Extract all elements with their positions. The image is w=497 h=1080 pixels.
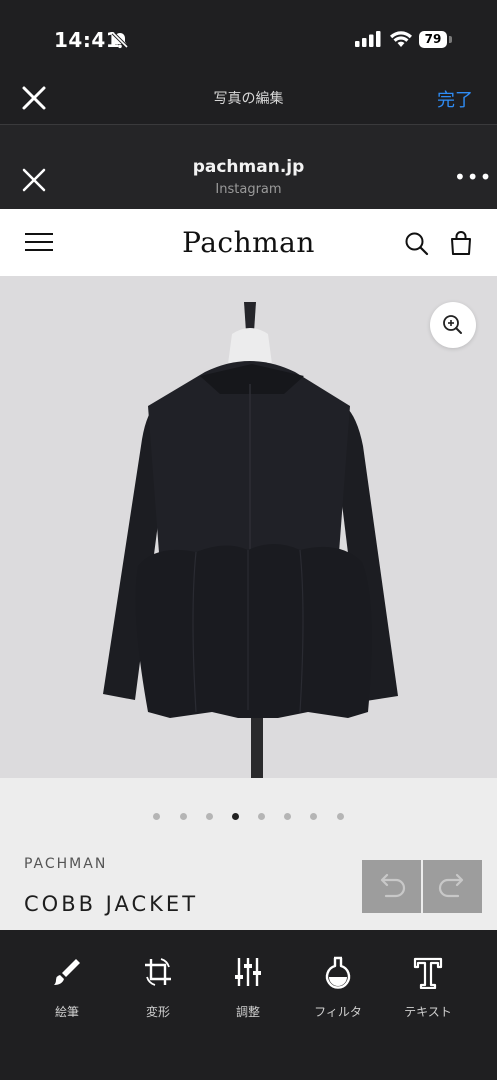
filter-flask-icon [325, 956, 351, 989]
carousel-dot[interactable] [336, 813, 344, 820]
tool-text[interactable]: テキスト [383, 955, 473, 1020]
cellular-signal-icon [355, 31, 381, 47]
search-icon[interactable] [404, 231, 430, 257]
undo-icon [380, 873, 406, 898]
web-domain: pachman.jp [192, 157, 305, 177]
undo-button[interactable] [362, 860, 421, 913]
battery-indicator: 79 [419, 31, 447, 48]
carousel-dots[interactable] [0, 805, 497, 820]
carousel-dot[interactable] [179, 813, 187, 820]
zoom-in-icon [443, 315, 462, 334]
product-name: COBB JACKET [24, 892, 199, 916]
carousel-dot[interactable] [205, 813, 213, 820]
web-source: Instagram [215, 182, 282, 197]
crop-rotate-icon [145, 958, 171, 986]
tool-label: 変形 [145, 1005, 170, 1019]
redo-icon [438, 873, 464, 898]
tool-adjust[interactable]: 調整 [203, 955, 293, 1020]
tool-transform[interactable]: 変形 [113, 955, 203, 1020]
sliders-icon [235, 958, 261, 986]
zoom-button[interactable] [430, 302, 476, 348]
carousel-dot[interactable] [231, 813, 239, 820]
silent-bell-icon [111, 31, 129, 49]
tool-brush[interactable]: 絵筆 [22, 955, 112, 1020]
more-options-button[interactable]: ••• [454, 167, 492, 187]
tool-label: テキスト [404, 1005, 452, 1019]
brush-icon [54, 959, 80, 985]
tool-filter[interactable]: フィルタ [293, 955, 383, 1020]
wifi-icon [390, 31, 412, 47]
product-image[interactable] [0, 276, 497, 778]
tool-label: フィルタ [314, 1005, 362, 1019]
tool-label: 調整 [235, 1005, 260, 1019]
product-brand: PACHMAN [24, 856, 108, 872]
done-button[interactable]: 完了 [437, 86, 473, 112]
edit-title: 写真の編集 [213, 91, 284, 107]
jacket-illustration [103, 302, 398, 778]
battery-tip [449, 36, 452, 43]
text-icon [413, 957, 443, 989]
tool-label: 絵筆 [54, 1005, 79, 1019]
redo-button[interactable] [423, 860, 482, 913]
shopping-bag-icon[interactable] [449, 230, 473, 256]
